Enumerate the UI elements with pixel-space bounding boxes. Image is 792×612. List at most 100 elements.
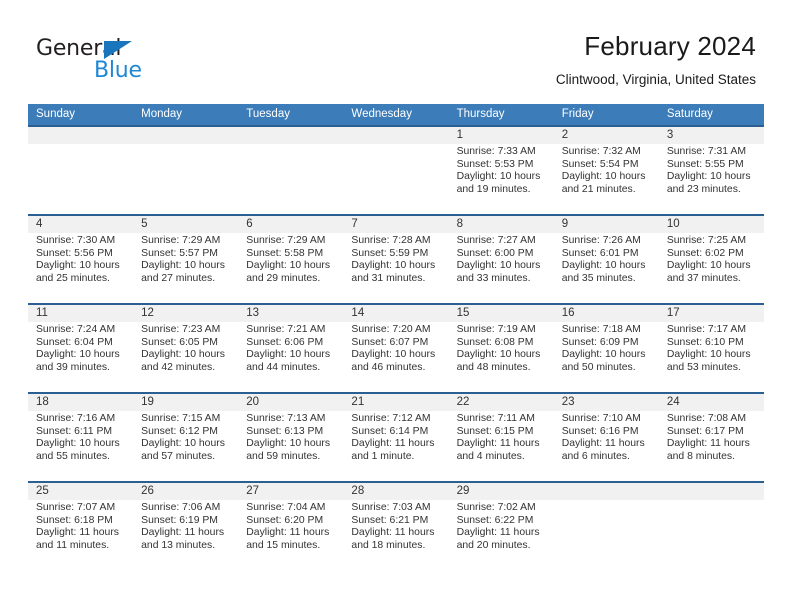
day-cell[interactable]: 29 Sunrise: 7:02 AM Sunset: 6:22 PM Dayl… — [449, 483, 554, 570]
daylight-text-line1: Daylight: 10 hours — [456, 171, 541, 183]
day-cell — [554, 483, 659, 570]
day-cell[interactable]: 13 Sunrise: 7:21 AM Sunset: 6:06 PM Dayl… — [238, 305, 343, 392]
daylight-text-line2: and 42 minutes. — [141, 361, 216, 373]
day-cell[interactable]: 19 Sunrise: 7:15 AM Sunset: 6:12 PM Dayl… — [133, 394, 238, 481]
day-details: Sunrise: 7:20 AM Sunset: 6:07 PM Dayligh… — [351, 324, 445, 374]
sunset-text: Sunset: 5:55 PM — [666, 158, 744, 170]
daylight-text-line2: and 46 minutes. — [351, 361, 426, 373]
day-cell[interactable]: 12 Sunrise: 7:23 AM Sunset: 6:05 PM Dayl… — [133, 305, 238, 392]
sunrise-text: Sunrise: 7:19 AM — [456, 324, 536, 335]
day-number: 1 — [456, 129, 463, 141]
day-details: Sunrise: 7:28 AM Sunset: 5:59 PM Dayligh… — [351, 235, 445, 285]
day-details: Sunrise: 7:26 AM Sunset: 6:01 PM Dayligh… — [562, 235, 656, 285]
daylight-text-line1: Daylight: 10 hours — [666, 171, 751, 183]
sunrise-text: Sunrise: 7:24 AM — [36, 324, 116, 335]
daylight-text-line2: and 23 minutes. — [666, 183, 741, 195]
day-cell[interactable]: 16 Sunrise: 7:18 AM Sunset: 6:09 PM Dayl… — [554, 305, 659, 392]
day-cell[interactable]: 5 Sunrise: 7:29 AM Sunset: 5:57 PM Dayli… — [133, 216, 238, 303]
day-cell[interactable]: 1 Sunrise: 7:33 AM Sunset: 5:53 PM Dayli… — [449, 127, 554, 214]
daylight-text-line2: and 59 minutes. — [246, 450, 321, 462]
sunrise-text: Sunrise: 7:15 AM — [141, 413, 221, 424]
daylight-text-line1: Daylight: 10 hours — [141, 260, 225, 272]
day-number: 15 — [456, 307, 470, 319]
day-cell[interactable]: 26 Sunrise: 7:06 AM Sunset: 6:19 PM Dayl… — [133, 483, 238, 570]
general-blue-logo[interactable]: General Blue — [36, 36, 216, 83]
day-cell — [238, 127, 343, 214]
day-cell[interactable]: 3 Sunrise: 7:31 AM Sunset: 5:55 PM Dayli… — [659, 127, 764, 214]
daylight-text-line2: and 33 minutes. — [456, 272, 531, 284]
sunset-text: Sunset: 5:57 PM — [141, 247, 218, 259]
day-cell[interactable]: 7 Sunrise: 7:28 AM Sunset: 5:59 PM Dayli… — [343, 216, 448, 303]
title-block: February 2024 Clintwood, Virginia, Unite… — [556, 30, 756, 88]
day-details: Sunrise: 7:11 AM Sunset: 6:15 PM Dayligh… — [457, 413, 551, 463]
daylight-text-line2: and 37 minutes. — [666, 272, 741, 284]
day-details: Sunrise: 7:24 AM Sunset: 6:04 PM Dayligh… — [36, 324, 130, 374]
sunrise-text: Sunrise: 7:12 AM — [351, 413, 431, 424]
sunrise-text: Sunrise: 7:31 AM — [666, 146, 746, 157]
day-cell[interactable]: 28 Sunrise: 7:03 AM Sunset: 6:21 PM Dayl… — [343, 483, 448, 570]
day-details: Sunrise: 7:02 AM Sunset: 6:22 PM Dayligh… — [457, 502, 551, 552]
day-cell[interactable]: 27 Sunrise: 7:04 AM Sunset: 6:20 PM Dayl… — [238, 483, 343, 570]
daylight-text-line2: and 18 minutes. — [351, 539, 426, 551]
day-cell[interactable]: 4 Sunrise: 7:30 AM Sunset: 5:56 PM Dayli… — [28, 216, 133, 303]
day-cell[interactable]: 8 Sunrise: 7:27 AM Sunset: 6:00 PM Dayli… — [449, 216, 554, 303]
day-number: 10 — [666, 218, 680, 230]
day-cell — [28, 127, 133, 214]
day-cell[interactable]: 21 Sunrise: 7:12 AM Sunset: 6:14 PM Dayl… — [343, 394, 448, 481]
daylight-text-line2: and 29 minutes. — [246, 272, 321, 284]
day-details: Sunrise: 7:29 AM Sunset: 5:58 PM Dayligh… — [246, 235, 340, 285]
day-cell[interactable]: 10 Sunrise: 7:25 AM Sunset: 6:02 PM Dayl… — [659, 216, 764, 303]
daylight-text-line1: Daylight: 11 hours — [666, 438, 750, 450]
sunset-text: Sunset: 6:20 PM — [246, 514, 324, 526]
daylight-text-line1: Daylight: 10 hours — [351, 349, 436, 361]
sunrise-text: Sunrise: 7:10 AM — [561, 413, 641, 424]
sunset-text: Sunset: 6:04 PM — [36, 336, 113, 348]
sunset-text: Sunset: 6:05 PM — [141, 336, 218, 348]
sunrise-text: Sunrise: 7:29 AM — [246, 235, 326, 246]
day-cell[interactable]: 17 Sunrise: 7:17 AM Sunset: 6:10 PM Dayl… — [659, 305, 764, 392]
day-cell[interactable]: 9 Sunrise: 7:26 AM Sunset: 6:01 PM Dayli… — [554, 216, 659, 303]
daylight-text-line1: Daylight: 10 hours — [246, 438, 331, 450]
sunrise-text: Sunrise: 7:06 AM — [141, 502, 221, 513]
sunset-text: Sunset: 6:14 PM — [351, 425, 429, 437]
week-row: 11 Sunrise: 7:24 AM Sunset: 6:04 PM Dayl… — [28, 303, 764, 392]
day-cell[interactable]: 20 Sunrise: 7:13 AM Sunset: 6:13 PM Dayl… — [238, 394, 343, 481]
day-number: 27 — [246, 485, 260, 497]
day-cell[interactable]: 14 Sunrise: 7:20 AM Sunset: 6:07 PM Dayl… — [343, 305, 448, 392]
sunset-text: Sunset: 6:21 PM — [351, 514, 429, 526]
page-subtitle: Clintwood, Virginia, United States — [555, 72, 756, 87]
daylight-text-line1: Daylight: 11 hours — [456, 527, 540, 539]
day-details: Sunrise: 7:13 AM Sunset: 6:13 PM Dayligh… — [246, 413, 340, 463]
day-cell[interactable]: 23 Sunrise: 7:10 AM Sunset: 6:16 PM Dayl… — [554, 394, 659, 481]
day-number: 2 — [561, 129, 569, 141]
daylight-text-line1: Daylight: 10 hours — [36, 349, 120, 361]
sunrise-text: Sunrise: 7:32 AM — [561, 146, 641, 157]
sunrise-text: Sunrise: 7:13 AM — [246, 413, 326, 424]
day-details: Sunrise: 7:19 AM Sunset: 6:08 PM Dayligh… — [457, 324, 551, 374]
week-row: 25 Sunrise: 7:07 AM Sunset: 6:18 PM Dayl… — [28, 481, 764, 570]
daylight-text-line1: Daylight: 10 hours — [561, 260, 646, 272]
day-cell[interactable]: 25 Sunrise: 7:07 AM Sunset: 6:18 PM Dayl… — [28, 483, 133, 570]
day-cell[interactable]: 24 Sunrise: 7:08 AM Sunset: 6:17 PM Dayl… — [659, 394, 764, 481]
day-cell[interactable]: 18 Sunrise: 7:16 AM Sunset: 6:11 PM Dayl… — [28, 394, 133, 481]
day-number: 24 — [666, 396, 680, 408]
day-details: Sunrise: 7:12 AM Sunset: 6:14 PM Dayligh… — [351, 413, 445, 463]
sunset-text: Sunset: 6:06 PM — [246, 336, 324, 348]
daylight-text-line2: and 15 minutes. — [246, 539, 321, 551]
day-cell[interactable]: 22 Sunrise: 7:11 AM Sunset: 6:15 PM Dayl… — [449, 394, 554, 481]
daylight-text-line1: Daylight: 11 hours — [36, 527, 119, 539]
calendar-page: General Blue February 2024 Clintwood, Vi… — [0, 0, 792, 612]
day-cell[interactable]: 6 Sunrise: 7:29 AM Sunset: 5:58 PM Dayli… — [238, 216, 343, 303]
page-title: February 2024 — [584, 31, 756, 61]
sunrise-text: Sunrise: 7:03 AM — [351, 502, 431, 513]
day-number: 28 — [351, 485, 365, 497]
daylight-text-line2: and 53 minutes. — [666, 361, 741, 373]
daylight-text-line2: and 44 minutes. — [246, 361, 321, 373]
sunset-text: Sunset: 6:16 PM — [561, 425, 639, 437]
day-details: Sunrise: 7:25 AM Sunset: 6:02 PM Dayligh… — [667, 235, 761, 285]
day-details: Sunrise: 7:07 AM Sunset: 6:18 PM Dayligh… — [36, 502, 130, 552]
day-cell[interactable]: 15 Sunrise: 7:19 AM Sunset: 6:08 PM Dayl… — [449, 305, 554, 392]
day-cell[interactable]: 11 Sunrise: 7:24 AM Sunset: 6:04 PM Dayl… — [28, 305, 133, 392]
daylight-text-line1: Daylight: 11 hours — [351, 438, 435, 450]
day-cell[interactable]: 2 Sunrise: 7:32 AM Sunset: 5:54 PM Dayli… — [554, 127, 659, 214]
